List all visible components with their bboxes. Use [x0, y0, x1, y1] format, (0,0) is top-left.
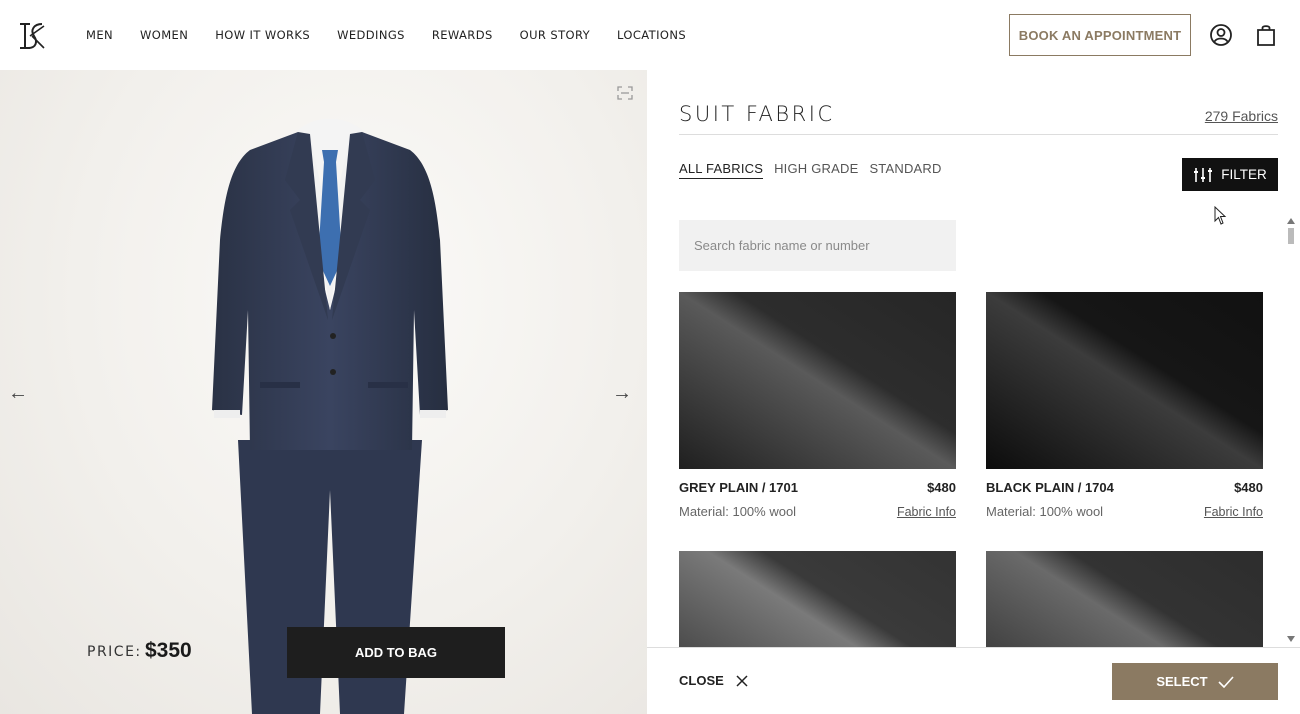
- fabric-card[interactable]: BLACK PLAIN / 1704 $480 Material: 100% w…: [986, 292, 1263, 519]
- mouse-cursor-icon: [1214, 206, 1227, 225]
- next-arrow-icon[interactable]: →: [612, 382, 634, 404]
- close-button[interactable]: CLOSE: [679, 673, 748, 688]
- select-button[interactable]: SELECT: [1112, 663, 1278, 700]
- fabric-material: Material: 100% wool: [679, 504, 797, 519]
- site-header: MEN WOMEN HOW IT WORKS WEDDINGS REWARDS …: [0, 0, 1300, 70]
- select-label: SELECT: [1156, 674, 1208, 689]
- fabric-swatch: [679, 551, 956, 647]
- scrollbar[interactable]: [1285, 214, 1297, 647]
- fabric-tabs: ALL FABRICS HIGH GRADE STANDARD: [679, 161, 942, 179]
- fabric-price: $480: [927, 480, 956, 495]
- scroll-thumb[interactable]: [1288, 228, 1294, 244]
- nav-locations[interactable]: LOCATIONS: [617, 28, 686, 42]
- add-to-bag-button[interactable]: ADD TO BAG: [287, 627, 505, 678]
- fabric-panel: SUIT FABRIC 279 Fabrics ALL FABRICS HIGH…: [647, 70, 1300, 714]
- divider: [647, 647, 1300, 648]
- nav-men[interactable]: MEN: [86, 28, 113, 42]
- fabric-material: Material: 100% wool: [986, 504, 1104, 519]
- user-circle-icon[interactable]: [1209, 23, 1233, 47]
- nav-women[interactable]: WOMEN: [140, 28, 188, 42]
- panel-title: SUIT FABRIC: [679, 102, 835, 126]
- nav-our-story[interactable]: OUR STORY: [520, 28, 590, 42]
- nav-weddings[interactable]: WEDDINGS: [337, 28, 405, 42]
- shopping-bag-icon[interactable]: [1254, 23, 1278, 47]
- book-appointment-button[interactable]: BOOK AN APPOINTMENT: [1009, 14, 1191, 56]
- fabric-info-link[interactable]: Fabric Info: [1204, 505, 1263, 519]
- sliders-icon: [1194, 167, 1213, 182]
- fabric-card[interactable]: [679, 551, 956, 647]
- close-icon: [736, 674, 748, 687]
- fabric-name: GREY PLAIN / 1701: [679, 480, 798, 495]
- expand-icon[interactable]: [617, 86, 633, 100]
- fabric-swatch: [679, 292, 956, 469]
- price-value: $350: [145, 639, 192, 662]
- fabric-card[interactable]: GREY PLAIN / 1701 $480 Material: 100% wo…: [679, 292, 956, 519]
- prev-arrow-icon[interactable]: ←: [8, 382, 30, 404]
- close-label: CLOSE: [679, 673, 724, 688]
- filter-label: FILTER: [1221, 167, 1267, 182]
- fabric-swatch: [986, 292, 1263, 469]
- fabric-info-link[interactable]: Fabric Info: [897, 505, 956, 519]
- fabric-name: BLACK PLAIN / 1704: [986, 480, 1114, 495]
- nav-how-it-works[interactable]: HOW IT WORKS: [215, 28, 310, 42]
- scroll-up-icon[interactable]: [1287, 218, 1295, 224]
- fabric-grid: GREY PLAIN / 1701 $480 Material: 100% wo…: [679, 292, 1263, 647]
- tab-standard[interactable]: STANDARD: [869, 161, 941, 179]
- monogram-logo-icon[interactable]: [16, 20, 48, 52]
- tab-high-grade[interactable]: HIGH GRADE: [774, 161, 858, 179]
- fabric-swatch: [986, 551, 1263, 647]
- suit-image: [212, 118, 448, 714]
- fabric-search-input[interactable]: [679, 220, 956, 271]
- tab-all-fabrics[interactable]: ALL FABRICS: [679, 161, 764, 179]
- fabric-card[interactable]: [986, 551, 1263, 647]
- main-nav: MEN WOMEN HOW IT WORKS WEDDINGS REWARDS …: [86, 28, 713, 42]
- checkmark-icon: [1218, 675, 1234, 688]
- filter-button[interactable]: FILTER: [1182, 158, 1278, 191]
- scroll-down-icon[interactable]: [1287, 636, 1295, 642]
- price-label: PRICE:: [87, 644, 142, 660]
- suit-preview: ← → PRICE: $350 ADD TO BAG: [0, 70, 647, 714]
- divider: [679, 134, 1278, 135]
- fabric-price: $480: [1234, 480, 1263, 495]
- nav-rewards[interactable]: REWARDS: [432, 28, 493, 42]
- fabric-count-link[interactable]: 279 Fabrics: [1205, 108, 1278, 124]
